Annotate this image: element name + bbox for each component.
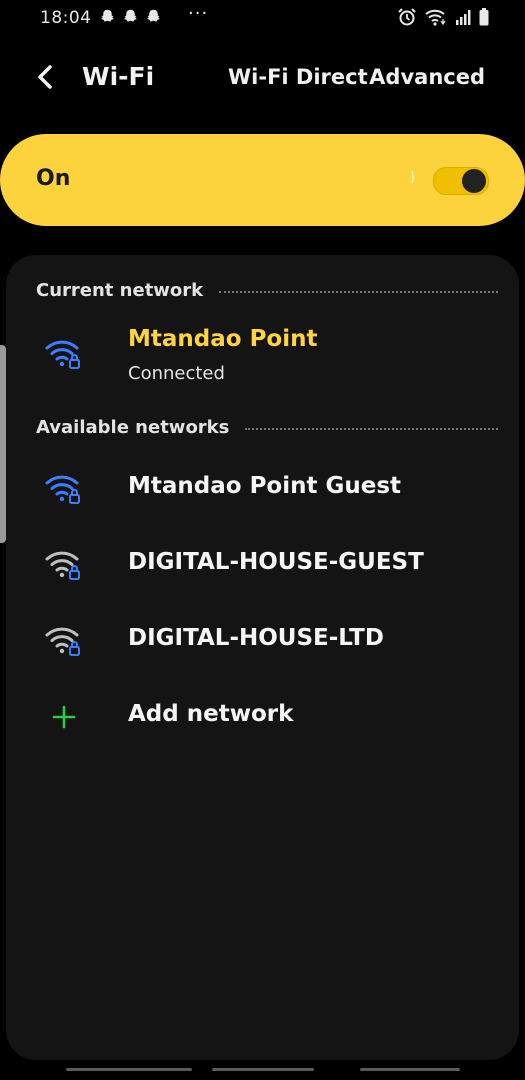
notification-icons bbox=[99, 8, 162, 25]
connection-status: Connected bbox=[128, 363, 225, 384]
status-time: 18:04 bbox=[40, 8, 92, 28]
wifi-master-toggle[interactable]: On bbox=[0, 134, 525, 226]
more-notifications-indicator: ··· bbox=[188, 3, 209, 24]
home-nav-hint[interactable] bbox=[212, 1068, 314, 1071]
system-icons bbox=[397, 8, 489, 26]
plus-icon bbox=[52, 705, 76, 729]
ripple-mark bbox=[411, 170, 414, 184]
divider bbox=[219, 290, 498, 293]
network-name: DIGITAL-HOUSE-GUEST bbox=[128, 549, 424, 575]
add-network-label: Add network bbox=[128, 701, 294, 727]
divider bbox=[245, 427, 498, 430]
recents-nav-hint[interactable] bbox=[66, 1068, 192, 1071]
snapchat-icon bbox=[124, 9, 137, 22]
wifi-secured-icon bbox=[45, 340, 80, 369]
advanced-button[interactable]: Advanced bbox=[369, 65, 485, 89]
network-row[interactable]: DIGITAL-HOUSE-GUEST bbox=[6, 531, 519, 601]
toggle-label: On bbox=[36, 166, 71, 191]
snapchat-icon bbox=[147, 9, 160, 22]
available-networks-header: Available networks bbox=[36, 417, 498, 438]
status-bar: 18:04 ··· bbox=[0, 0, 525, 36]
available-networks-header-label: Available networks bbox=[36, 417, 230, 438]
app-bar: Wi-Fi Wi-Fi Direct Advanced bbox=[0, 50, 525, 106]
current-network-name: Mtandao Point bbox=[128, 326, 318, 352]
back-arrow-icon[interactable] bbox=[30, 60, 64, 94]
page-title: Wi-Fi bbox=[82, 62, 155, 91]
current-network-row[interactable]: Mtandao Point Connected bbox=[6, 320, 519, 390]
network-name: DIGITAL-HOUSE-LTD bbox=[128, 625, 384, 651]
wifi-secured-icon bbox=[45, 627, 80, 656]
wifi-secured-icon bbox=[45, 475, 80, 504]
network-row[interactable]: Mtandao Point Guest bbox=[6, 455, 519, 525]
switch-thumb bbox=[462, 169, 486, 193]
wifi-switch[interactable] bbox=[433, 167, 489, 195]
back-nav-hint[interactable] bbox=[360, 1068, 460, 1071]
add-network-row[interactable]: Add network bbox=[6, 683, 519, 753]
wifi-status-icon bbox=[425, 9, 446, 26]
wifi-direct-button[interactable]: Wi-Fi Direct bbox=[228, 65, 368, 89]
battery-icon bbox=[479, 8, 489, 26]
current-network-header-label: Current network bbox=[36, 280, 204, 301]
signal-icon bbox=[456, 10, 471, 25]
alarm-icon bbox=[398, 8, 416, 26]
current-network-header: Current network bbox=[36, 280, 498, 301]
network-name: Mtandao Point Guest bbox=[128, 473, 402, 499]
network-row[interactable]: DIGITAL-HOUSE-LTD bbox=[6, 607, 519, 677]
network-list-card: Current network Mtandao Point Connected … bbox=[6, 255, 519, 1060]
wifi-secured-icon bbox=[45, 551, 80, 580]
snapchat-icon bbox=[101, 9, 114, 22]
navigation-bar bbox=[0, 1060, 525, 1080]
